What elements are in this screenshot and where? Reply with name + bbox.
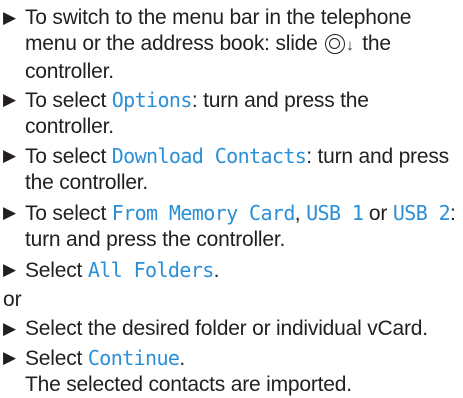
step-switch-menu-bar: ▶ To switch to the menu bar in the telep… [3,5,459,85]
step-text: Select the desired folder or individual … [25,317,428,340]
keyword-usb-1: USB 1 [306,201,364,225]
step-select-options: ▶ To select Options: turn and press the … [3,87,459,140]
step-text-before: To select [25,89,112,112]
step-select-download-contacts: ▶ To select Download Contacts: turn and … [3,143,459,196]
step-result-text: The selected contacts are imported. [25,373,352,396]
keyword-from-memory-card: From Memory Card [111,201,296,225]
step-marker-icon: ▶ [3,203,17,222]
keyword-options: Options [111,88,193,112]
step-text: To select From Memory Card, USB 1 or USB… [25,200,459,253]
step-text: To switch to the menu bar in the telepho… [25,5,459,85]
step-select-continue: ▶ Select Continue. The selected contacts… [3,345,459,398]
step-select-all-folders: ▶ Select All Folders. [3,257,459,284]
step-text-before: To select [25,202,112,225]
keyword-all-folders: All Folders [87,258,214,282]
step-marker-icon: ▶ [3,8,17,27]
step-separator: , [294,202,307,225]
step-text: To select Download Contacts: turn and pr… [25,143,459,196]
step-marker-icon: ▶ [3,319,17,338]
step-text: Select Continue. [25,345,459,372]
step-text-after: . [179,347,185,370]
step-select-folder-or-vcard: ▶ Select the desired folder or individua… [3,316,459,342]
step-marker-icon: ▶ [3,260,17,279]
step-marker-icon: ▶ [3,90,17,109]
step-text-after: . [213,259,220,282]
keyword-usb-2: USB 2 [392,201,451,225]
step-marker-icon: ▶ [3,146,17,165]
step-select-source: ▶ To select From Memory Card, USB 1 or U… [3,200,459,253]
step-text-before: Select [25,347,88,370]
instruction-page: ▶ To switch to the menu bar in the telep… [0,0,463,397]
step-text: Select All Folders. [25,257,459,284]
slide-down-arrow-icon: ↓ [346,37,354,54]
step-text: To select Options: turn and press the co… [25,87,459,140]
keyword-continue: Continue [87,346,180,370]
or-label: or [3,288,22,311]
controller-icon [325,34,346,54]
step-separator: or [363,202,393,225]
step-marker-icon: ▶ [3,348,17,367]
step-text-before: To select [25,145,112,168]
keyword-download-contacts: Download Contacts [111,144,307,168]
step-text-before: Select [25,259,88,282]
